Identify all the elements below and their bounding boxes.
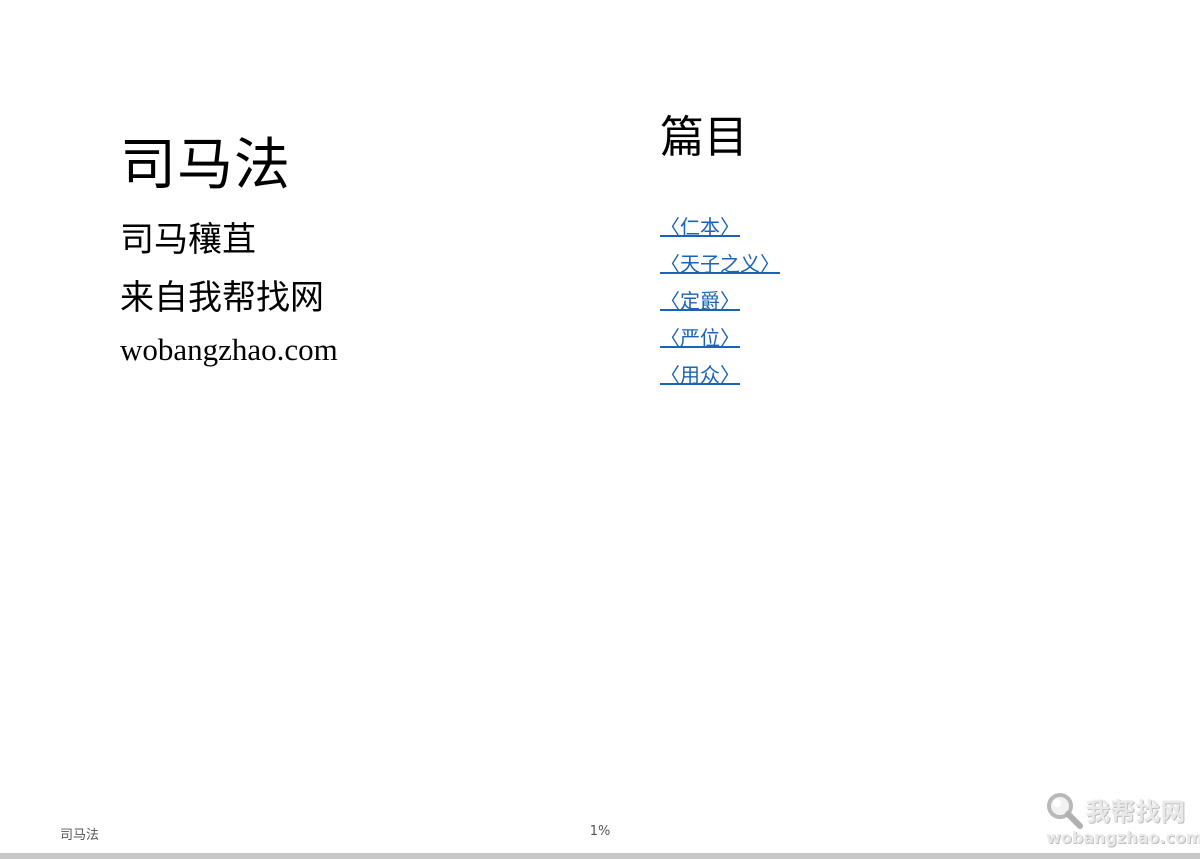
toc-link-renben[interactable]: 〈仁本〉 bbox=[660, 215, 740, 239]
book-author: 司马穰苴 bbox=[120, 220, 256, 260]
footer-book-title: 司马法 bbox=[60, 828, 100, 843]
reading-progress: 1% bbox=[589, 824, 611, 839]
book-site: wobangzhao.com bbox=[120, 332, 338, 367]
toc-item: 〈定爵〉 bbox=[660, 286, 1140, 323]
toc-item: 〈天子之义〉 bbox=[660, 249, 1140, 286]
bottom-scrollbar[interactable] bbox=[0, 853, 1200, 859]
toc-item: 〈严位〉 bbox=[660, 323, 1140, 360]
toc-heading: 篇目 bbox=[660, 112, 748, 163]
cover-page: 司马法 司马穰苴 来自我帮找网 wobangzhao.com bbox=[120, 128, 580, 370]
toc-link-yongzhong[interactable]: 〈用众〉 bbox=[660, 363, 740, 387]
book-title: 司马法 bbox=[120, 133, 291, 198]
toc-item: 〈仁本〉 bbox=[660, 212, 1140, 249]
book-source: 来自我帮找网 bbox=[120, 278, 324, 318]
toc-link-dingjue[interactable]: 〈定爵〉 bbox=[660, 289, 740, 313]
toc-link-tianzizhiyi[interactable]: 〈天子之义〉 bbox=[660, 252, 780, 276]
reader-footer: 司马法 1% bbox=[0, 820, 1200, 846]
toc-item: 〈用众〉 bbox=[660, 360, 1140, 397]
toc-link-yanwei[interactable]: 〈严位〉 bbox=[660, 326, 740, 350]
toc-list: 〈仁本〉 〈天子之义〉 〈定爵〉 〈严位〉 〈用众〉 bbox=[660, 212, 1140, 397]
toc-page: 篇目 〈仁本〉 〈天子之义〉 〈定爵〉 〈严位〉 〈用众〉 bbox=[660, 108, 1140, 397]
